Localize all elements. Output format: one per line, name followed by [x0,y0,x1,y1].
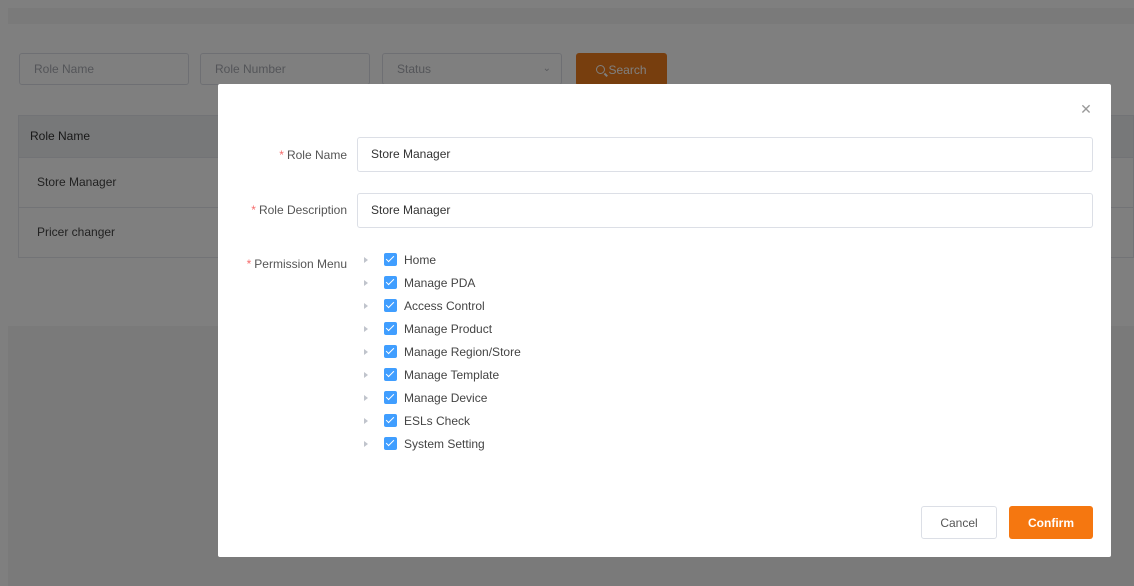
permission-menu-label-text: Permission Menu [254,257,347,271]
permission-item-system-setting[interactable]: System Setting [364,432,521,455]
role-name-input[interactable]: Store Manager [357,137,1093,172]
caret-right-icon[interactable] [364,417,368,424]
checkbox-checked-icon[interactable] [384,253,397,266]
caret-right-icon[interactable] [364,440,368,447]
role-description-input[interactable]: Store Manager [357,193,1093,228]
permission-item-manage-region-store[interactable]: Manage Region/Store [364,340,521,363]
role-description-label-text: Role Description [258,203,347,217]
permission-item-esls-check[interactable]: ESLs Check [364,409,521,432]
role-name-label: * Role Name [279,148,347,162]
role-name-label-text: Role Name [286,148,347,162]
permission-label: Home [404,252,437,267]
caret-right-icon[interactable] [364,302,368,309]
checkbox-checked-icon[interactable] [384,345,397,358]
permission-item-manage-template[interactable]: Manage Template [364,363,521,386]
role-description-label: * Role Description [251,203,347,217]
permission-item-manage-product[interactable]: Manage Product [364,317,521,340]
edit-role-dialog: ✕ * Role Name Store Manager * Role Descrip… [218,84,1111,557]
permission-menu-label: * Permission Menu [247,257,347,271]
checkbox-checked-icon[interactable] [384,391,397,404]
permission-label: System Setting [404,436,485,451]
checkbox-checked-icon[interactable] [384,276,397,289]
permission-label: Manage Product [404,321,493,336]
permission-label: Manage PDA [404,275,476,290]
permission-label: Manage Device [404,390,488,405]
permission-label: Access Control [404,298,485,313]
confirm-button[interactable]: Confirm [1009,506,1093,539]
required-mark: * [279,148,284,162]
checkbox-checked-icon[interactable] [384,368,397,381]
permission-item-home[interactable]: Home [364,248,521,271]
caret-right-icon[interactable] [364,279,368,286]
checkbox-checked-icon[interactable] [384,414,397,427]
permission-label: Manage Template [404,367,500,382]
permission-item-manage-device[interactable]: Manage Device [364,386,521,409]
permission-item-manage-pda[interactable]: Manage PDA [364,271,521,294]
required-mark: * [251,203,256,217]
permission-label: ESLs Check [404,413,471,428]
cancel-button[interactable]: Cancel [921,506,997,539]
close-icon[interactable]: ✕ [1079,102,1093,116]
caret-right-icon[interactable] [364,394,368,401]
required-mark: * [246,257,252,271]
permission-item-access-control[interactable]: Access Control [364,294,521,317]
permission-label: Manage Region/Store [404,344,521,359]
checkbox-checked-icon[interactable] [384,437,397,450]
checkbox-checked-icon[interactable] [384,299,397,312]
checkbox-checked-icon[interactable] [384,322,397,335]
permission-tree: Home Manage PDA Access Control Manage Pr… [364,248,521,455]
caret-right-icon[interactable] [364,348,368,355]
caret-right-icon[interactable] [364,256,368,263]
caret-right-icon[interactable] [364,371,368,378]
caret-right-icon[interactable] [364,325,368,332]
